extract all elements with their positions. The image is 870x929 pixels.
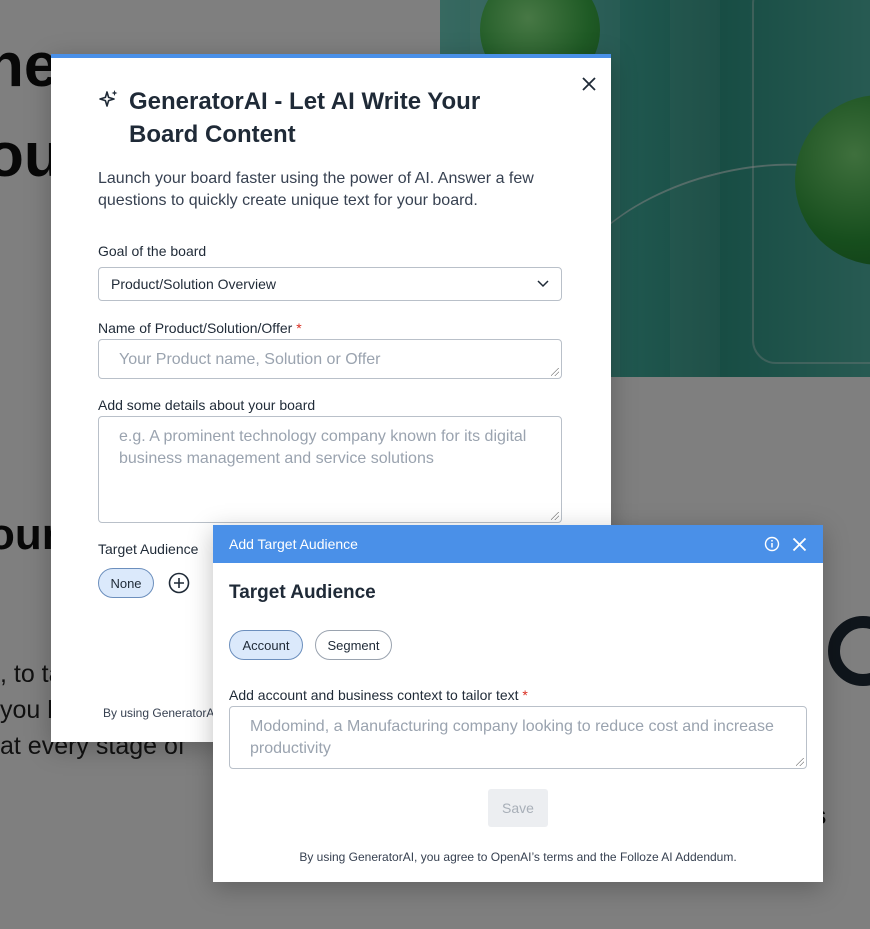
modal-close-button[interactable] (577, 72, 601, 96)
save-button[interactable]: Save (488, 789, 548, 827)
product-name-label-text: Name of Product/Solution/Offer (98, 320, 293, 336)
product-name-input[interactable]: Your Product name, Solution or Offer (98, 339, 562, 379)
required-mark: * (296, 320, 302, 336)
context-placeholder: Modomind, a Manufacturing company lookin… (250, 718, 774, 757)
modal-description: Launch your board faster using the power… (98, 170, 534, 209)
resize-handle[interactable] (551, 512, 559, 520)
close-icon[interactable] (792, 537, 807, 552)
popup-header-title: Add Target Audience (229, 536, 358, 552)
popup-footer-text: By using GeneratorAI, you agree to OpenA… (299, 850, 737, 864)
product-name-label: Name of Product/Solution/Offer * (98, 320, 302, 336)
close-icon (582, 77, 596, 91)
modal-footer-text: By using GeneratorA (103, 706, 215, 720)
info-icon[interactable] (764, 536, 780, 552)
resize-handle[interactable] (551, 368, 559, 376)
add-target-audience-popup: Add Target Audience Target Audience Acco… (213, 525, 823, 882)
goal-label: Goal of the board (98, 243, 207, 259)
modal-title: GeneratorAI - Let AI Write Your Board Co… (129, 88, 481, 148)
context-textarea[interactable]: Modomind, a Manufacturing company lookin… (229, 706, 807, 769)
required-mark: * (522, 687, 528, 703)
resize-handle[interactable] (796, 758, 804, 766)
tab-account[interactable]: Account (229, 630, 303, 660)
target-audience-label: Target Audience (98, 541, 199, 557)
goal-select[interactable]: Product/Solution Overview (98, 267, 562, 301)
popup-header: Add Target Audience (213, 525, 823, 563)
product-name-placeholder: Your Product name, Solution or Offer (119, 351, 381, 368)
modal-header: GeneratorAI - Let AI Write Your Board Co… (99, 85, 539, 151)
plus-circle-icon[interactable] (168, 572, 190, 594)
details-label: Add some details about your board (98, 397, 316, 413)
audience-chip-none[interactable]: None (98, 568, 154, 598)
context-label-text: Add account and business context to tail… (229, 687, 519, 703)
details-placeholder: e.g. A prominent technology company know… (119, 428, 527, 467)
tab-segment[interactable]: Segment (315, 630, 392, 660)
goal-selected-value: Product/Solution Overview (111, 276, 276, 292)
sparkle-icon (99, 90, 118, 107)
details-textarea[interactable]: e.g. A prominent technology company know… (98, 416, 562, 523)
chevron-down-icon (537, 280, 549, 288)
popup-heading: Target Audience (229, 582, 376, 603)
context-label: Add account and business context to tail… (229, 687, 528, 703)
